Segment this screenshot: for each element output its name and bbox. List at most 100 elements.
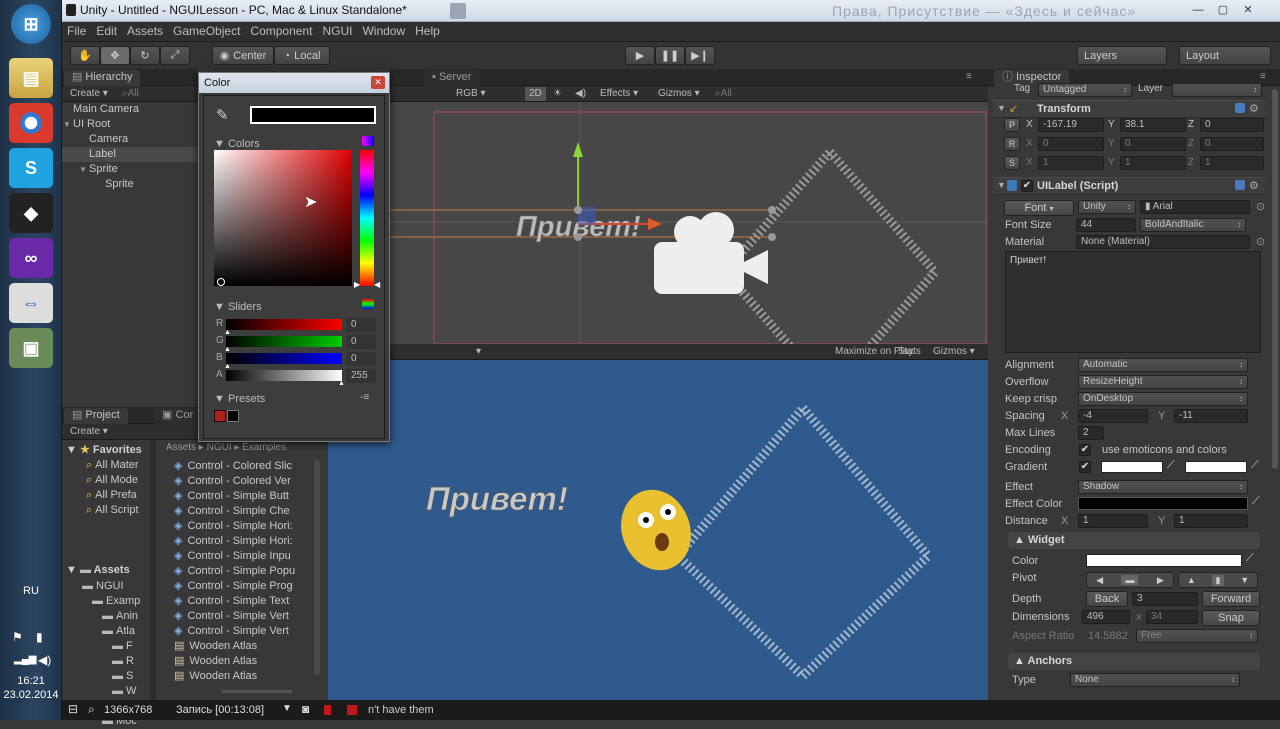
file-item[interactable]: ◈ Control - Simple Text [164, 594, 314, 609]
eyedropper-icon[interactable]: ✎ [216, 106, 229, 124]
folder-item[interactable]: ▬ S [62, 669, 150, 684]
width-field[interactable]: 496 [1082, 610, 1130, 624]
font-picker-icon[interactable]: ⊙ [1256, 200, 1265, 213]
tree-arrow-icon[interactable]: ▼ [79, 162, 89, 177]
layer-dropdown[interactable] [1172, 83, 1262, 97]
breadcrumb-examples[interactable]: Examples [242, 442, 286, 453]
render-mode-dropdown[interactable]: RGB ▾ [456, 87, 485, 101]
colors-section-header[interactable]: ▼ Colors [214, 138, 260, 150]
tray-signal-icon[interactable]: ▂▄▆ [14, 654, 36, 665]
folder-item[interactable]: ▬ Anin [62, 609, 150, 624]
recorder-zoom-icon[interactable]: ⌕ [88, 702, 95, 717]
hierarchy-item[interactable]: Camera [62, 132, 198, 147]
play-button-icon[interactable]: ▶ [625, 46, 655, 65]
depth-back-button[interactable]: Back [1086, 591, 1128, 607]
file-item[interactable]: ◈ Control - Simple Inpu [164, 549, 314, 564]
scene-canvas[interactable]: Привет! [390, 102, 988, 344]
pivot-local-button[interactable]: ◔ Local [274, 46, 330, 65]
move-gizmo-y-arrow[interactable] [573, 142, 583, 157]
slider-mode-icon[interactable] [362, 299, 374, 309]
depth-field[interactable]: 3 [1132, 592, 1198, 606]
color-dialog-close-icon[interactable]: ✕ [371, 76, 385, 89]
snap-button[interactable]: Snap [1202, 610, 1260, 626]
hierarchy-item[interactable]: Sprite [62, 177, 198, 192]
uilabel-header[interactable]: ▼ ✔ UILabel (Script) ⚙ [993, 177, 1265, 195]
favorite-item[interactable]: ⌕ All Mater [86, 458, 150, 473]
slider-b-field[interactable]: 0 [346, 352, 376, 366]
pivot-top-icon[interactable]: ▲ [1187, 575, 1196, 585]
file-item[interactable]: ◈ Control - Simple Che [164, 504, 314, 519]
hierarchy-item[interactable]: Label [62, 147, 198, 162]
file-scrollbar[interactable] [314, 460, 320, 675]
uilabel-row-dropdown[interactable]: ResizeHeight [1078, 375, 1248, 389]
presets-section-header[interactable]: ▼ Presets [214, 393, 265, 405]
icon-size-slider[interactable] [222, 690, 292, 693]
tray-volume-icon[interactable]: ◀) [38, 653, 51, 667]
menu-help[interactable]: Help [410, 22, 445, 40]
chrome-icon[interactable] [9, 103, 53, 143]
slider-a-handle-icon[interactable]: ▲ [338, 380, 345, 387]
file-item[interactable]: ◈ Control - Simple Hori: [164, 534, 314, 549]
widget-handle[interactable] [574, 233, 582, 241]
folder-item[interactable]: ▬ Atla [62, 624, 150, 639]
file-item[interactable]: ◈ Control - Simple Vert [164, 609, 314, 624]
r-x-field[interactable]: 0 [1038, 137, 1104, 151]
inspector-menu-icon[interactable]: ≡ [1260, 71, 1266, 82]
move-gizmo-x-arrow[interactable] [648, 218, 662, 230]
scene-search-input[interactable]: ⌕All [715, 87, 732, 101]
gradient-bottom-color[interactable] [1185, 461, 1247, 473]
effect-color-swatch[interactable] [1078, 497, 1248, 510]
rotate-tool-icon[interactable]: ↻ [130, 46, 160, 65]
recorder-stop-icon[interactable] [347, 705, 357, 715]
gradient-top-eyedropper-icon[interactable]: ⟋ [1167, 459, 1175, 472]
recorder-pause-icon[interactable] [324, 705, 331, 715]
widget-color-swatch[interactable] [1086, 554, 1242, 567]
color-mode-icon[interactable] [362, 136, 374, 146]
slider-b-track[interactable] [226, 353, 342, 364]
project-create-button[interactable]: Create ▾ [70, 425, 108, 439]
hierarchy-item[interactable]: ▼ UI Root [62, 117, 198, 132]
folder-item[interactable]: ▬ R [62, 654, 150, 669]
scene-view[interactable]: ▪ Server ≡ RGB ▾ 2D ☀ ◀) Effects ▾ Gizmo… [390, 69, 988, 344]
recorder-camera-icon[interactable]: ◙ [302, 702, 309, 716]
widget-handle[interactable] [574, 206, 582, 214]
gradient-top-color[interactable] [1101, 461, 1163, 473]
color-dialog-titlebar[interactable]: Color ✕ [199, 73, 389, 93]
hierarchy-create-button[interactable]: Create ▾ [70, 87, 108, 101]
file-item[interactable]: ◈ Control - Simple Butt [164, 489, 314, 504]
recorder-dropdown-icon[interactable]: ▼ [282, 703, 292, 714]
r-reset-button[interactable]: R [1004, 137, 1020, 151]
transform-settings-icon[interactable]: ⚙ [1249, 102, 1259, 115]
saturation-value-box[interactable] [214, 150, 352, 286]
hand-tool-icon[interactable]: ✋ [70, 46, 100, 65]
scale-tool-icon[interactable]: ⤢ [160, 46, 190, 65]
widget-header[interactable]: ▲ Widget [1008, 532, 1260, 549]
r-z-field[interactable]: 0 [1200, 137, 1264, 151]
panel-menu-icon[interactable]: ≡ [966, 71, 972, 82]
folder-item[interactable]: ▬ W [62, 684, 150, 699]
audio-toggle-icon[interactable]: ◀) [575, 87, 586, 101]
slider-a-track[interactable] [226, 370, 342, 381]
folder-item[interactable]: ▬ NGUI [62, 579, 150, 594]
tab-server[interactable]: ▪ Server [424, 70, 480, 86]
skype-icon[interactable]: S [9, 148, 53, 188]
file-item[interactable]: ▤ Wooden Atlas [164, 639, 314, 654]
game-gizmos-dropdown[interactable]: Gizmos ▾ [933, 345, 975, 359]
max-lines-field[interactable]: 2 [1078, 426, 1104, 440]
slider-g-field[interactable]: 0 [346, 335, 376, 349]
widget-eyedropper-icon[interactable]: ⟋ [1246, 552, 1254, 565]
hierarchy-item[interactable]: Main Camera [62, 102, 198, 117]
menu-window[interactable]: Window [357, 22, 410, 40]
anchor-type-dropdown[interactable]: None [1070, 673, 1240, 687]
favorite-item[interactable]: ⌕ All Script [86, 503, 150, 518]
s-reset-button[interactable]: S [1004, 156, 1020, 170]
tray-battery-icon[interactable]: ▮ [36, 630, 43, 644]
hierarchy-item[interactable]: ▼ Sprite [62, 162, 198, 177]
file-item[interactable]: ◈ Control - Simple Vert [164, 624, 314, 639]
hue-handle-right-icon[interactable]: ◀ [374, 280, 380, 289]
menu-assets[interactable]: Assets [122, 22, 168, 40]
start-button-icon[interactable]: ⊞ [11, 4, 51, 44]
widget-handle[interactable] [768, 206, 776, 214]
explorer-icon[interactable]: ▤ [9, 58, 53, 98]
tab-console[interactable]: ▣ Cor [154, 408, 202, 424]
